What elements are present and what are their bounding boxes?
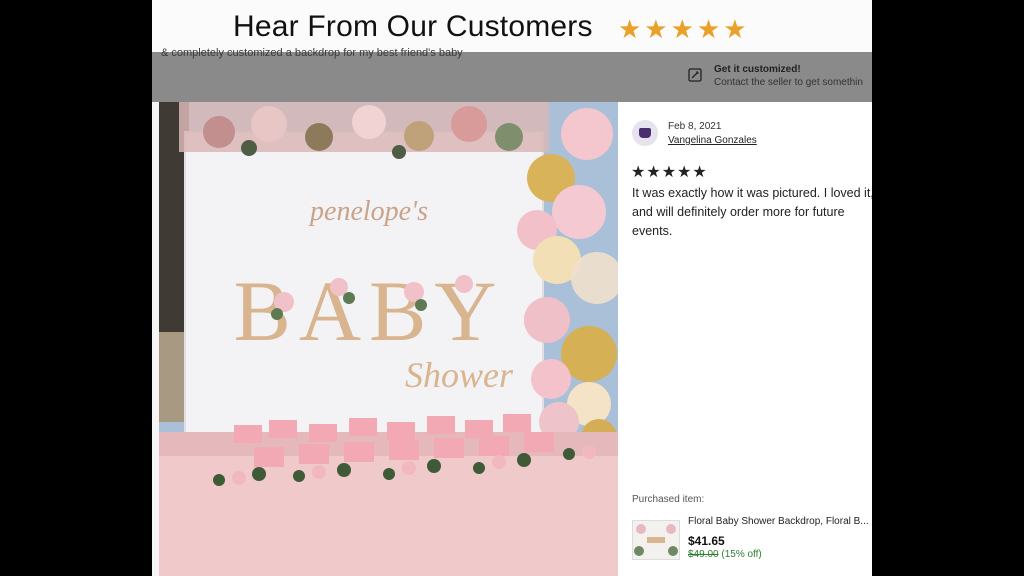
customize-subtitle: Contact the seller to get somethin bbox=[714, 77, 863, 88]
backdrop-shower-text: Shower bbox=[405, 355, 514, 395]
purchased-item-original-price: $49.00 (15% off) bbox=[688, 549, 762, 560]
page-title: Hear From Our Customers bbox=[233, 10, 593, 43]
backdrop-name-text: penelope's bbox=[308, 196, 428, 227]
avatar[interactable] bbox=[632, 120, 658, 146]
purchased-item-price: $41.65 bbox=[688, 534, 725, 548]
review-text: It was exactly how it was pictured. I lo… bbox=[632, 186, 872, 238]
review-stars-icon: ★★★★★ bbox=[631, 164, 708, 181]
review-date: Feb 8, 2021 bbox=[668, 121, 722, 132]
purchased-item-label: Purchased item: bbox=[632, 494, 705, 505]
thumbnail-image-icon bbox=[633, 521, 679, 559]
user-avatar-icon bbox=[639, 128, 651, 138]
discount-text: (15% off) bbox=[721, 549, 762, 560]
review-photo: penelope's BABY Shower bbox=[159, 102, 618, 576]
video-frame: Hear From Our Customers ★★★★★ & complete… bbox=[152, 0, 872, 576]
original-price-value: $49.00 bbox=[688, 549, 719, 560]
customize-title[interactable]: Get it customized! bbox=[714, 64, 801, 75]
purchased-item-title[interactable]: Floral Baby Shower Backdrop, Floral B... bbox=[688, 516, 872, 527]
listing-snippet-text: & completely customized a backdrop for m… bbox=[161, 47, 463, 59]
listing-overlay: & completely customized a backdrop for m… bbox=[152, 47, 872, 102]
header-band: Hear From Our Customers ★★★★★ bbox=[152, 0, 872, 52]
purchased-item-thumbnail[interactable] bbox=[632, 520, 680, 560]
review-panel: Feb 8, 2021 Vangelina Gonzales ★★★★★ It … bbox=[618, 102, 872, 576]
baby-shower-backdrop-illustration: penelope's BABY Shower bbox=[159, 102, 618, 576]
rating-stars-icon: ★★★★★ bbox=[618, 14, 750, 44]
customize-icon bbox=[688, 68, 702, 82]
reviewer-name-link[interactable]: Vangelina Gonzales bbox=[668, 135, 757, 146]
